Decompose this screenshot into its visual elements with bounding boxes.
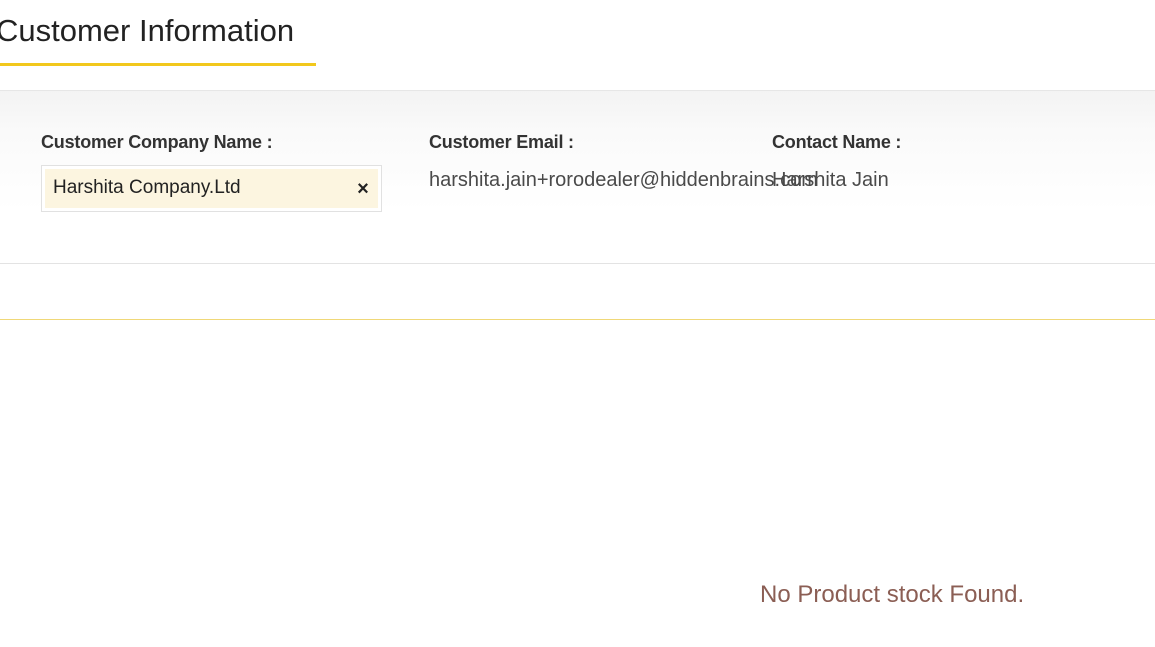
company-name-label: Customer Company Name : bbox=[41, 132, 273, 152]
company-chip: Harshita Company.Ltd × bbox=[45, 169, 378, 208]
title-bar: Customer Information bbox=[0, 0, 1155, 90]
no-product-stock-message: No Product stock Found. bbox=[760, 581, 1025, 608]
customer-info-panel: Customer Company Name : Harshita Company… bbox=[0, 91, 1155, 264]
close-icon[interactable]: × bbox=[354, 177, 372, 201]
customer-information-page: Customer Information Customer Company Na… bbox=[0, 0, 1155, 647]
contact-name-label: Contact Name : bbox=[772, 132, 902, 152]
customer-email-label: Customer Email : bbox=[429, 132, 574, 152]
page-title: Customer Information bbox=[0, 13, 295, 48]
company-select[interactable]: Harshita Company.Ltd × bbox=[41, 165, 382, 212]
company-name-value: Harshita Company.Ltd bbox=[53, 177, 241, 198]
contact-name-value: Harshita Jain bbox=[772, 169, 889, 191]
title-underline bbox=[0, 63, 316, 66]
section-divider bbox=[0, 319, 1155, 320]
customer-email-value: harshita.jain+rorodealer@hiddenbrains.co… bbox=[429, 169, 818, 191]
